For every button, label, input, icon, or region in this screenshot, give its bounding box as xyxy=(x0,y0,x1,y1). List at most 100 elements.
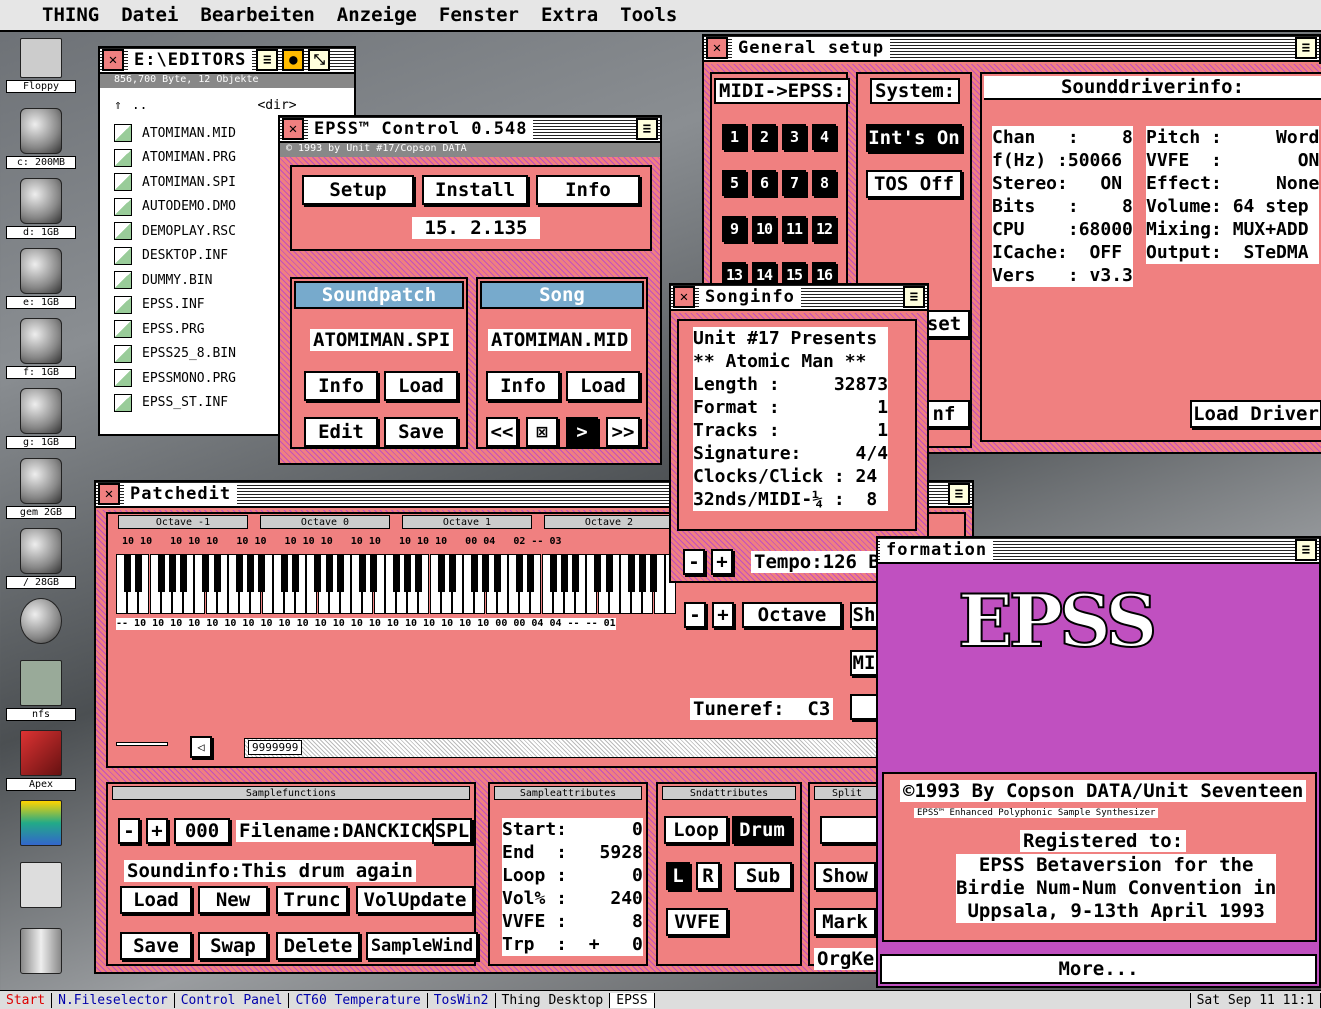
soundpatch-load-button[interactable]: Load xyxy=(384,371,458,401)
swap-button[interactable]: Swap xyxy=(198,932,268,960)
midi-channel-button[interactable]: 6 xyxy=(752,170,776,196)
close-icon[interactable]: ✕ xyxy=(98,483,120,505)
midi-channel-button[interactable]: 10 xyxy=(752,216,776,242)
black-key[interactable] xyxy=(258,554,266,592)
file-row[interactable]: AUTODEMO.DMO3 xyxy=(114,197,290,216)
songinfo-titlebar[interactable]: ✕ Songinfo ≡ xyxy=(671,285,927,311)
start-button[interactable]: Start xyxy=(0,992,53,1008)
black-key[interactable] xyxy=(605,554,613,592)
file-row[interactable]: ATOMIMAN.PRG1 xyxy=(114,148,290,167)
black-key[interactable] xyxy=(157,554,165,592)
menu-icon[interactable]: ≡ xyxy=(948,483,970,505)
save-button[interactable]: Save xyxy=(120,932,192,960)
black-key[interactable] xyxy=(180,554,187,592)
control-titlebar[interactable]: ✕ EPSS™ Control 0.548 ≡ xyxy=(280,117,660,143)
black-key[interactable] xyxy=(370,554,378,592)
menu-anzeige[interactable]: Anzeige xyxy=(337,4,417,26)
midi-channel-button[interactable]: 2 xyxy=(752,124,776,150)
tos-button[interactable]: TOS Off xyxy=(866,170,962,198)
midi-channel-button[interactable]: 7 xyxy=(782,170,806,196)
file-row[interactable]: ATOMIMAN.MID3 xyxy=(114,124,290,142)
black-key[interactable] xyxy=(404,554,411,592)
black-key[interactable] xyxy=(527,554,535,592)
new-button[interactable]: New xyxy=(198,886,268,914)
menu-icon[interactable]: ≡ xyxy=(256,49,279,71)
volupdate-button[interactable]: VolUpdate xyxy=(356,886,474,914)
close-icon[interactable]: ✕ xyxy=(282,118,304,140)
desktop-icon-e[interactable]: e: 1GB xyxy=(6,248,76,309)
menu-tools[interactable]: Tools xyxy=(620,4,677,26)
menu-fenster[interactable]: Fenster xyxy=(439,4,519,26)
black-key[interactable] xyxy=(639,554,647,592)
black-key[interactable] xyxy=(314,554,322,592)
horizontal-scrollbar[interactable] xyxy=(244,738,940,758)
black-key[interactable] xyxy=(493,554,501,592)
fastforward-button[interactable]: >> xyxy=(606,417,640,447)
show-button[interactable]: Show xyxy=(814,862,876,890)
soundpatch-save-button[interactable]: Save xyxy=(384,417,458,447)
song-load-button[interactable]: Load xyxy=(566,371,640,401)
black-key[interactable] xyxy=(448,554,456,592)
piano-keyboard[interactable] xyxy=(116,554,676,616)
black-key[interactable] xyxy=(572,554,579,592)
file-row[interactable]: DUMMY.BIN xyxy=(114,271,282,289)
sub-button[interactable]: Sub xyxy=(734,862,792,890)
sample-number[interactable]: 000 xyxy=(174,818,230,844)
desktop-icon-floppy[interactable]: Floppy xyxy=(6,38,76,93)
black-key[interactable] xyxy=(392,554,400,592)
midi-channel-button[interactable]: 8 xyxy=(812,170,836,196)
menu-bearbeiten[interactable]: Bearbeiten xyxy=(200,4,314,26)
tempo-plus-button[interactable]: + xyxy=(711,549,733,575)
task-fileselector[interactable]: N.Fileselector xyxy=(52,992,175,1008)
black-key[interactable] xyxy=(124,554,131,592)
file-row[interactable]: EPSS25_8.BIN8 xyxy=(114,344,290,363)
menu-thing[interactable]: THING xyxy=(42,4,99,26)
desktop-icon-g[interactable]: g: 1GB xyxy=(6,388,76,449)
black-key[interactable] xyxy=(628,554,635,592)
file-row[interactable]: ATOMIMAN.SPI32 xyxy=(114,173,298,191)
octave-button[interactable]: Octave xyxy=(742,602,842,628)
rewind-button[interactable]: << xyxy=(486,417,518,447)
play-button[interactable]: > xyxy=(566,417,598,447)
black-key[interactable] xyxy=(325,554,333,592)
sh-button[interactable]: Sh xyxy=(850,602,878,628)
black-key[interactable] xyxy=(292,554,299,592)
close-icon[interactable]: ✕ xyxy=(102,49,124,71)
samplewind-button[interactable]: SampleWind xyxy=(366,932,478,960)
black-key[interactable] xyxy=(213,554,221,592)
midi-channel-button[interactable]: 12 xyxy=(812,216,836,242)
file-row[interactable]: DESKTOP.INF xyxy=(114,246,282,265)
close-icon[interactable]: ✕ xyxy=(673,286,695,308)
close-icon[interactable]: ✕ xyxy=(706,37,728,59)
desktop-icon-editor[interactable] xyxy=(6,862,76,908)
black-key[interactable] xyxy=(471,554,479,592)
sample-plus-button[interactable]: + xyxy=(146,818,168,844)
file-row[interactable]: EPSS.PRG3 xyxy=(114,320,290,338)
file-row[interactable]: EPSS.INF xyxy=(114,295,282,314)
black-key[interactable] xyxy=(516,554,523,592)
black-key[interactable] xyxy=(336,554,344,592)
spl-button[interactable]: SPL xyxy=(432,818,472,844)
mi-button[interactable]: MI xyxy=(850,650,878,676)
black-key[interactable] xyxy=(549,554,557,592)
loop-button[interactable]: Loop xyxy=(664,816,728,844)
delete-button[interactable]: Delete xyxy=(276,932,360,960)
desktop-icon-film[interactable] xyxy=(6,800,76,846)
desktop-icon-c[interactable]: c: 200MB xyxy=(6,108,76,169)
desktop-icon-gem[interactable]: gem 2GB xyxy=(6,458,76,519)
task-control-panel[interactable]: Control Panel xyxy=(175,992,290,1008)
ints-button[interactable]: Int's On xyxy=(866,124,962,152)
black-key[interactable] xyxy=(280,554,288,592)
black-key[interactable] xyxy=(594,554,602,592)
black-key[interactable] xyxy=(236,554,243,592)
black-key[interactable] xyxy=(560,554,568,592)
black-key[interactable] xyxy=(359,554,367,592)
setup-button[interactable]: Setup xyxy=(302,175,414,205)
octave-minus-button[interactable]: - xyxy=(684,602,706,628)
black-key[interactable] xyxy=(247,554,255,592)
tempo-minus-button[interactable]: - xyxy=(683,549,705,575)
iconify-icon[interactable]: ● xyxy=(282,49,305,71)
drum-button[interactable]: Drum xyxy=(732,816,792,844)
soundpatch-edit-button[interactable]: Edit xyxy=(304,417,378,447)
black-key[interactable] xyxy=(437,554,445,592)
